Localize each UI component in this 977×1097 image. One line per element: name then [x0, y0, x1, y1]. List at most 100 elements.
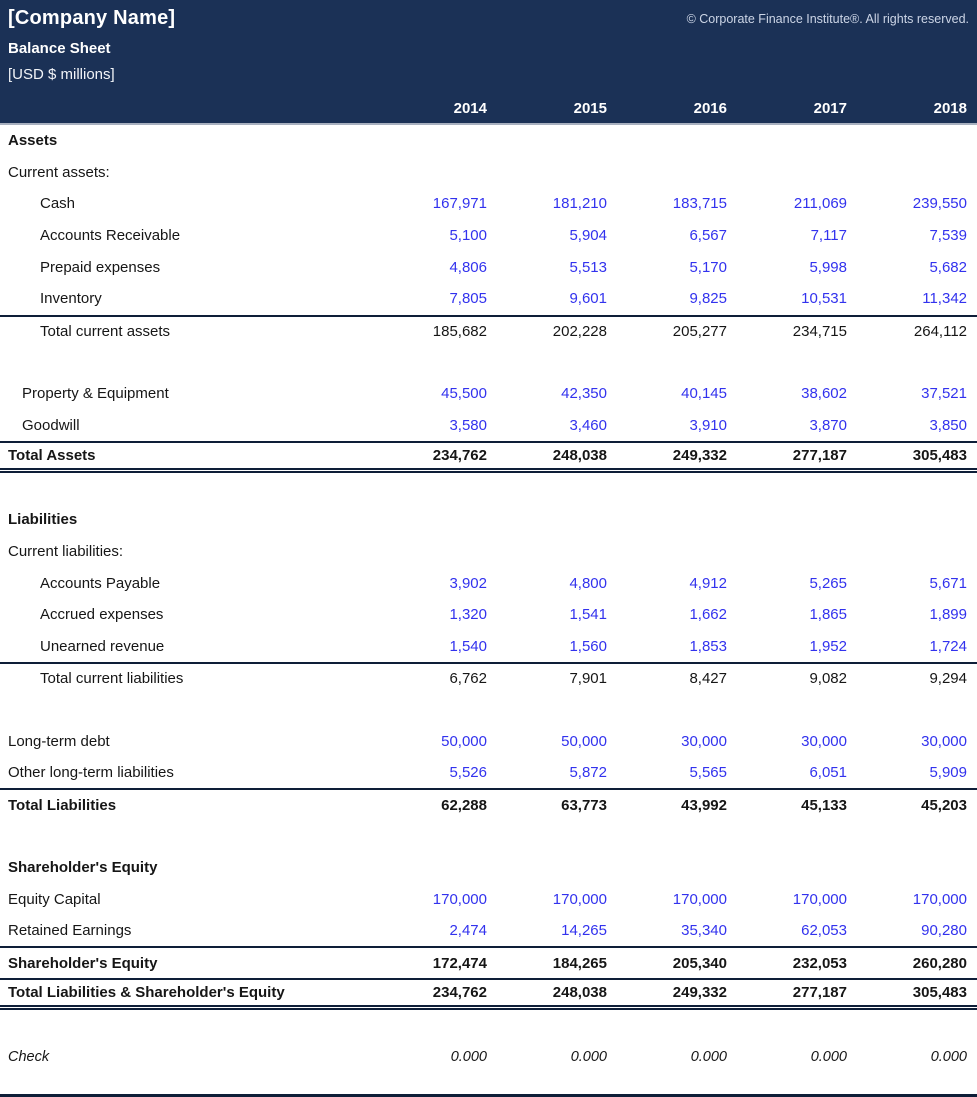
- table-row: Long-term debt50,00050,00030,00030,00030…: [0, 725, 977, 757]
- cell-2016[interactable]: 4,912: [617, 575, 737, 592]
- cell-2018[interactable]: 239,550: [857, 195, 977, 212]
- cell-2016[interactable]: 35,340: [617, 922, 737, 939]
- cell-2017[interactable]: 38,602: [737, 385, 857, 402]
- cell-2018[interactable]: 37,521: [857, 385, 977, 402]
- cell-2015: 248,038: [497, 984, 617, 1001]
- cell-2018[interactable]: 170,000: [857, 891, 977, 908]
- row-label: Accounts Receivable: [0, 227, 380, 244]
- cell-2017[interactable]: 5,265: [737, 575, 857, 592]
- cell-2015[interactable]: 42,350: [497, 385, 617, 402]
- cell-2016: 249,332: [617, 447, 737, 464]
- row-label: Equity Capital: [0, 891, 380, 908]
- cell-2018[interactable]: 7,539: [857, 227, 977, 244]
- cell-2016[interactable]: 3,910: [617, 417, 737, 434]
- cell-2015[interactable]: 5,513: [497, 259, 617, 276]
- cell-2016: 0.000: [617, 1049, 737, 1065]
- cell-2014[interactable]: 5,100: [380, 227, 497, 244]
- row-label: Assets: [0, 132, 380, 149]
- table-row: Total Liabilities & Shareholder's Equity…: [0, 978, 977, 1010]
- cell-2015[interactable]: 1,560: [497, 638, 617, 655]
- row-label: Total Liabilities: [0, 797, 380, 814]
- cell-2017[interactable]: 3,870: [737, 417, 857, 434]
- table-row: [0, 346, 977, 378]
- table-row: Shareholder's Equity172,474184,265205,34…: [0, 946, 977, 978]
- table-row: Cash167,971181,210183,715211,069239,550: [0, 188, 977, 220]
- row-label: Total Liabilities & Shareholder's Equity: [0, 984, 380, 1001]
- cell-2014[interactable]: 5,526: [380, 764, 497, 781]
- cell-2015[interactable]: 1,541: [497, 606, 617, 623]
- cell-2017[interactable]: 170,000: [737, 891, 857, 908]
- cell-2014[interactable]: 167,971: [380, 195, 497, 212]
- cell-2018[interactable]: 11,342: [857, 290, 977, 307]
- table-row: [0, 694, 977, 726]
- cell-2016: 8,427: [617, 670, 737, 687]
- cell-2016[interactable]: 183,715: [617, 195, 737, 212]
- cell-2018: 9,294: [857, 670, 977, 687]
- cell-2014[interactable]: 1,320: [380, 606, 497, 623]
- cell-2018[interactable]: 90,280: [857, 922, 977, 939]
- cell-2017[interactable]: 1,952: [737, 638, 857, 655]
- table-row: [0, 1010, 977, 1042]
- cell-2018[interactable]: 5,682: [857, 259, 977, 276]
- cell-2015[interactable]: 5,904: [497, 227, 617, 244]
- cell-2015[interactable]: 50,000: [497, 733, 617, 750]
- table-row: Other long-term liabilities5,5265,8725,5…: [0, 757, 977, 789]
- cell-2016[interactable]: 30,000: [617, 733, 737, 750]
- cell-2015: 202,228: [497, 323, 617, 340]
- cell-2014[interactable]: 3,580: [380, 417, 497, 434]
- balance-sheet: [Company Name] © Corporate Finance Insti…: [0, 0, 977, 1097]
- cell-2015[interactable]: 5,872: [497, 764, 617, 781]
- row-label: Goodwill: [0, 417, 380, 434]
- corner-cell: [0, 103, 380, 109]
- cell-2016[interactable]: 5,170: [617, 259, 737, 276]
- cell-2015[interactable]: 181,210: [497, 195, 617, 212]
- cell-2014[interactable]: 45,500: [380, 385, 497, 402]
- cell-2014[interactable]: 7,805: [380, 290, 497, 307]
- cell-2016[interactable]: 1,662: [617, 606, 737, 623]
- cell-2016[interactable]: 170,000: [617, 891, 737, 908]
- cell-2015[interactable]: 3,460: [497, 417, 617, 434]
- cell-2014[interactable]: 1,540: [380, 638, 497, 655]
- cell-2016[interactable]: 6,567: [617, 227, 737, 244]
- cell-2017[interactable]: 7,117: [737, 227, 857, 244]
- cell-2018[interactable]: 3,850: [857, 417, 977, 434]
- cell-2017[interactable]: 62,053: [737, 922, 857, 939]
- cell-2017[interactable]: 5,998: [737, 259, 857, 276]
- cell-2018[interactable]: 5,909: [857, 764, 977, 781]
- cell-2017[interactable]: 1,865: [737, 606, 857, 623]
- table-row: Goodwill3,5803,4603,9103,8703,850: [0, 409, 977, 441]
- cell-2015[interactable]: 14,265: [497, 922, 617, 939]
- cell-2014[interactable]: 170,000: [380, 891, 497, 908]
- cell-2014[interactable]: 3,902: [380, 575, 497, 592]
- row-label: Inventory: [0, 290, 380, 307]
- cell-2016[interactable]: 1,853: [617, 638, 737, 655]
- table-row: Retained Earnings2,47414,26535,34062,053…: [0, 915, 977, 947]
- cell-2016: 205,277: [617, 323, 737, 340]
- cell-2018[interactable]: 1,724: [857, 638, 977, 655]
- copyright-notice: © Corporate Finance Institute®. All righ…: [687, 12, 969, 26]
- cell-2016[interactable]: 40,145: [617, 385, 737, 402]
- cell-2015[interactable]: 4,800: [497, 575, 617, 592]
- cell-2018[interactable]: 5,671: [857, 575, 977, 592]
- cell-2017[interactable]: 30,000: [737, 733, 857, 750]
- cell-2014: 185,682: [380, 323, 497, 340]
- cell-2017[interactable]: 10,531: [737, 290, 857, 307]
- cell-2017[interactable]: 6,051: [737, 764, 857, 781]
- cell-2018: 264,112: [857, 323, 977, 340]
- cell-2018[interactable]: 1,899: [857, 606, 977, 623]
- cell-2016[interactable]: 9,825: [617, 290, 737, 307]
- table-row: Total current assets185,682202,228205,27…: [0, 315, 977, 347]
- cell-2014[interactable]: 2,474: [380, 922, 497, 939]
- cell-2015[interactable]: 9,601: [497, 290, 617, 307]
- cell-2014[interactable]: 50,000: [380, 733, 497, 750]
- cell-2014[interactable]: 4,806: [380, 259, 497, 276]
- cell-2015[interactable]: 170,000: [497, 891, 617, 908]
- cell-2016[interactable]: 5,565: [617, 764, 737, 781]
- table-row: Inventory7,8059,6019,82510,53111,342: [0, 283, 977, 315]
- row-label: Total current assets: [0, 323, 380, 340]
- cell-2018[interactable]: 30,000: [857, 733, 977, 750]
- row-label: Current liabilities:: [0, 543, 380, 560]
- cell-2017: 0.000: [737, 1049, 857, 1065]
- table-row: Prepaid expenses4,8065,5135,1705,9985,68…: [0, 251, 977, 283]
- cell-2017[interactable]: 211,069: [737, 195, 857, 212]
